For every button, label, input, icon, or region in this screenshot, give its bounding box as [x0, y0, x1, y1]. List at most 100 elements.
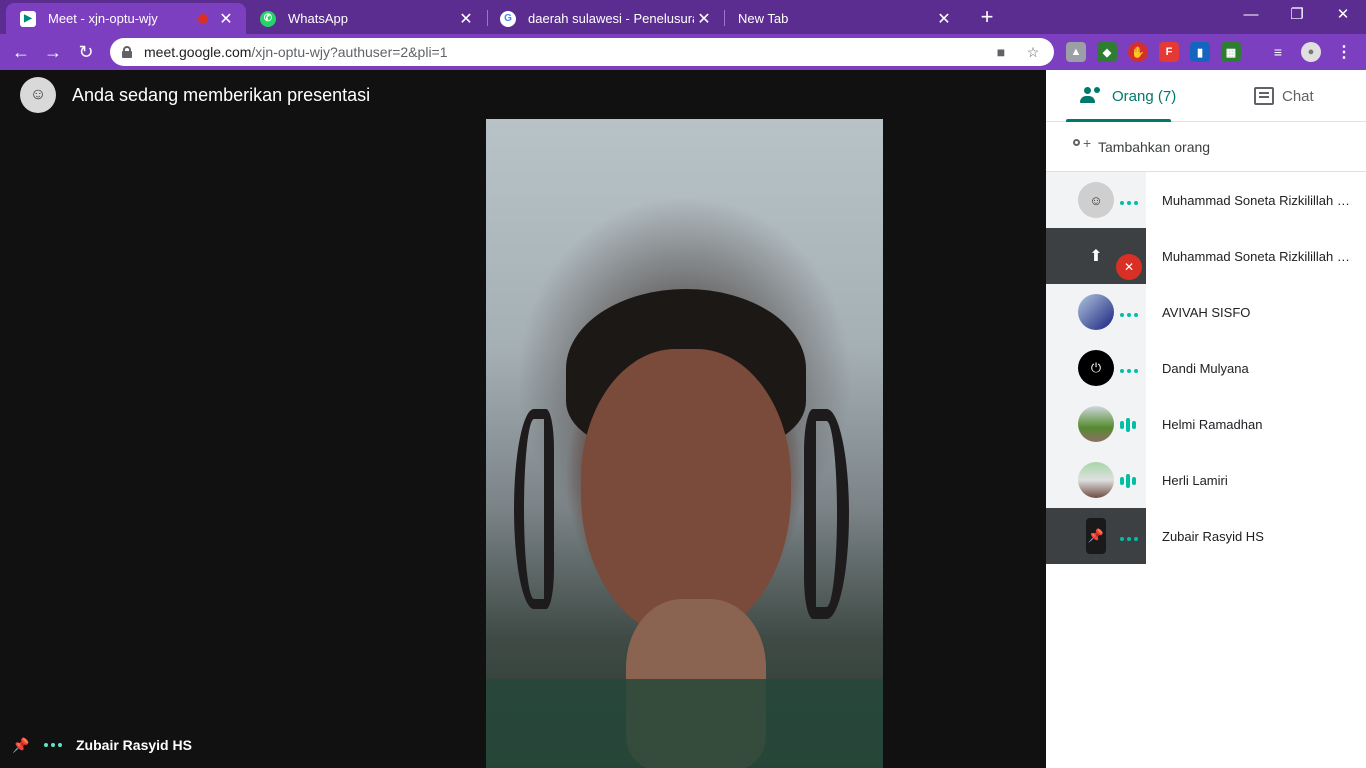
- address-bar[interactable]: meet.google.com/xjn-optu-wjy?authuser=2&…: [110, 38, 1054, 66]
- people-icon: [1080, 86, 1104, 106]
- panel-tabs: Orang (7) Chat: [1046, 70, 1366, 122]
- mic-off-icon: ✕: [1116, 254, 1142, 280]
- add-person-icon: [1070, 135, 1092, 156]
- tab-people[interactable]: Orang (7): [1080, 70, 1176, 122]
- tab-meet[interactable]: ▶ Meet - xjn-optu-wjy ✕: [6, 3, 246, 34]
- add-people-button[interactable]: Tambahkan orang: [1046, 122, 1366, 172]
- list-item[interactable]: ⏻ Dandi Mulyana: [1046, 340, 1366, 396]
- main-video-feed[interactable]: [486, 119, 883, 768]
- participant-thumb: [1046, 452, 1146, 508]
- participant-name: Dandi Mulyana: [1162, 360, 1249, 376]
- participant-thumb: ☺: [1046, 172, 1146, 228]
- audio-idle-icon: [1120, 201, 1138, 205]
- lock-icon[interactable]: [122, 46, 132, 58]
- present-screen-icon: ⬆: [1089, 248, 1103, 265]
- tab-title: daerah sulawesi - Penelusuran Go: [528, 11, 694, 26]
- menu-icon[interactable]: ⋮: [1334, 42, 1354, 62]
- new-tab-button[interactable]: +: [976, 5, 998, 29]
- back-button[interactable]: ←: [10, 41, 32, 63]
- participant-name: Muhammad Soneta Rizkilillah (...: [1162, 248, 1352, 264]
- list-item[interactable]: ⬆ ✕ Muhammad Soneta Rizkilillah (...: [1046, 228, 1366, 284]
- pinned-participant-bar: 📌 Zubair Rasyid HS: [12, 736, 192, 754]
- audio-idle-icon: [1120, 313, 1138, 317]
- whatsapp-icon: ✆: [260, 10, 276, 27]
- google-icon: G: [500, 10, 516, 27]
- pinned-name: Zubair Rasyid HS: [76, 737, 192, 753]
- video-content: [804, 409, 849, 619]
- participant-name: Zubair Rasyid HS: [1162, 528, 1264, 544]
- pin-icon: 📌: [1086, 518, 1106, 554]
- close-tab-icon[interactable]: ✕: [456, 9, 476, 29]
- tab-chat[interactable]: Chat: [1254, 70, 1314, 122]
- tab-title: New Tab: [738, 11, 789, 26]
- tab-chat-label: Chat: [1282, 87, 1314, 105]
- audio-idle-icon: [1120, 369, 1138, 373]
- add-people-label: Tambahkan orang: [1098, 138, 1211, 155]
- close-tab-icon[interactable]: ✕: [694, 9, 714, 29]
- presenting-header: ☺ Anda sedang memberikan presentasi: [20, 77, 370, 113]
- tab-people-label: Orang (7): [1112, 87, 1177, 105]
- minimize-button[interactable]: —: [1228, 4, 1274, 26]
- reload-button[interactable]: ↻: [75, 41, 97, 63]
- list-item[interactable]: ☺ Muhammad Soneta Rizkilillah (...: [1046, 172, 1366, 228]
- avatar: ☺: [1078, 182, 1114, 218]
- power-icon: ⏻: [1078, 350, 1114, 386]
- participant-thumb: [1046, 284, 1146, 340]
- restore-button[interactable]: ❐: [1274, 4, 1320, 26]
- tab-strip: ▶ Meet - xjn-optu-wjy ✕ ✆ WhatsApp ✕ G d…: [0, 0, 1366, 34]
- tab-google-search[interactable]: G daerah sulawesi - Penelusuran Go ✕: [486, 3, 724, 34]
- audio-idle-icon: [1120, 537, 1138, 541]
- participant-thumb: 📌: [1046, 508, 1146, 564]
- browser-toolbar: ← → ↻ meet.google.com/xjn-optu-wjy?authu…: [0, 34, 1366, 70]
- list-item[interactable]: Herli Lamiri: [1046, 452, 1366, 508]
- participant-list: ☺ Muhammad Soneta Rizkilillah (... ⬆ ✕ M…: [1046, 172, 1366, 564]
- url-text[interactable]: meet.google.com/xjn-optu-wjy?authuser=2&…: [144, 44, 978, 60]
- speaking-icon: [1120, 474, 1136, 488]
- analytics-extension-icon[interactable]: ▮: [1190, 42, 1210, 62]
- list-item[interactable]: Helmi Ramadhan: [1046, 396, 1366, 452]
- url-host: meet.google.com: [144, 44, 252, 60]
- audio-idle-icon: [44, 743, 62, 747]
- speaking-icon: [1120, 418, 1136, 432]
- avatar: [1078, 462, 1114, 498]
- meet-stage: ☺ Anda sedang memberikan presentasi 📌 Zu…: [0, 70, 1046, 768]
- chat-icon: [1254, 87, 1274, 105]
- media-control-icon[interactable]: ≡: [1268, 42, 1288, 62]
- recording-indicator-icon: [198, 13, 208, 24]
- camera-icon[interactable]: ■: [992, 43, 1010, 61]
- close-tab-icon[interactable]: ✕: [934, 9, 954, 29]
- video-content: [514, 409, 554, 609]
- participant-name: Muhammad Soneta Rizkilillah (...: [1162, 192, 1352, 208]
- tab-whatsapp[interactable]: ✆ WhatsApp ✕: [246, 3, 486, 34]
- forward-button[interactable]: →: [42, 41, 64, 63]
- avatar: ☺: [20, 77, 56, 113]
- adblock-extension-icon[interactable]: ✋: [1128, 42, 1148, 62]
- video-content: [581, 349, 791, 639]
- participant-thumb: ⬆ ✕: [1046, 228, 1146, 284]
- participant-name: AVIVAH SISFO: [1162, 304, 1251, 320]
- avatar: [1078, 406, 1114, 442]
- participant-name: Herli Lamiri: [1162, 472, 1228, 488]
- pin-icon[interactable]: 📌: [12, 736, 29, 754]
- grid-extension-icon[interactable]: ▦: [1221, 42, 1241, 62]
- avatar: [1078, 294, 1114, 330]
- participant-thumb: ⏻: [1046, 340, 1146, 396]
- tab-new-tab[interactable]: New Tab ✕: [724, 3, 964, 34]
- tab-title: WhatsApp: [288, 11, 348, 26]
- star-icon[interactable]: ☆: [1024, 43, 1042, 61]
- url-path: /xjn-optu-wjy?authuser=2&pli=1: [251, 44, 448, 60]
- font-extension-icon[interactable]: F: [1159, 42, 1179, 62]
- close-tab-icon[interactable]: ✕: [216, 9, 236, 29]
- drive-extension-icon[interactable]: ▲: [1066, 42, 1086, 62]
- meet-icon: ▶: [20, 10, 36, 27]
- page-title: Anda sedang memberikan presentasi: [72, 84, 371, 105]
- active-tab-indicator: [1066, 119, 1171, 122]
- list-item[interactable]: 📌 Zubair Rasyid HS: [1046, 508, 1366, 564]
- extension-icon[interactable]: ◆: [1097, 42, 1117, 62]
- tab-title: Meet - xjn-optu-wjy: [48, 11, 158, 26]
- list-item[interactable]: AVIVAH SISFO: [1046, 284, 1366, 340]
- profile-avatar-icon[interactable]: ●: [1301, 42, 1321, 62]
- people-panel: Orang (7) Chat Tambahkan orang ☺ Muhamma…: [1046, 70, 1366, 768]
- close-window-button[interactable]: ✕: [1320, 4, 1366, 26]
- participant-name: Helmi Ramadhan: [1162, 416, 1263, 432]
